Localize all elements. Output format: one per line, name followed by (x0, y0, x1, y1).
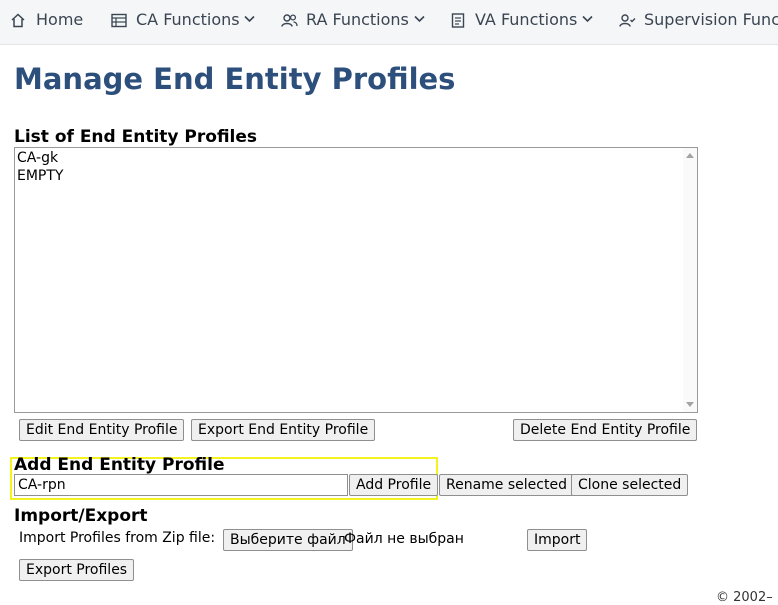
import-button[interactable]: Import (527, 529, 588, 551)
import-label: Import Profiles from Zip file: (19, 530, 216, 546)
ca-functions-icon (111, 13, 127, 28)
listbox-scrollbar[interactable] (683, 148, 697, 412)
nav-ra-functions-label: RA Functions (306, 10, 409, 29)
export-profile-button[interactable]: Export End Entity Profile (191, 419, 376, 441)
user-check-icon (619, 14, 636, 27)
nav-va-functions-label: VA Functions (475, 10, 578, 29)
list-section-title: List of End Entity Profiles (14, 127, 258, 147)
rename-selected-button[interactable]: Rename selected (439, 474, 574, 496)
scroll-down-arrow-icon[interactable] (686, 402, 694, 407)
nav-ca-functions-label: CA Functions (136, 10, 240, 29)
chevron-down-icon (414, 15, 425, 23)
edit-profile-button[interactable]: Edit End Entity Profile (19, 419, 185, 441)
users-icon (281, 14, 298, 27)
list-item[interactable]: EMPTY (15, 167, 697, 185)
nav-supervision-functions-label: Supervision Funct (644, 10, 778, 29)
scroll-up-arrow-icon[interactable] (686, 153, 694, 158)
profile-name-input[interactable] (14, 474, 348, 496)
chevron-down-icon (244, 15, 255, 23)
choose-file-button[interactable]: Выберите файл (223, 529, 353, 551)
no-file-chosen-text: Файл не выбран (344, 531, 464, 547)
delete-profile-button[interactable]: Delete End Entity Profile (513, 419, 698, 441)
home-icon (11, 13, 25, 28)
export-profiles-button[interactable]: Export Profiles (19, 559, 135, 581)
page-title: Manage End Entity Profiles (14, 62, 456, 96)
profiles-listbox[interactable]: CA-gk EMPTY (14, 147, 698, 413)
import-export-title: Import/Export (14, 506, 148, 526)
add-section-title: Add End Entity Profile (14, 455, 225, 475)
document-icon (451, 13, 465, 28)
chevron-down-icon (582, 15, 593, 23)
nav-home-label: Home (36, 10, 84, 29)
add-profile-button[interactable]: Add Profile (349, 474, 439, 496)
top-navbar: Home CA Functions RA Functions VA Functi… (0, 0, 778, 45)
copyright-footer: © 2002– (716, 590, 773, 605)
clone-selected-button[interactable]: Clone selected (571, 474, 689, 496)
list-item[interactable]: CA-gk (15, 149, 697, 167)
